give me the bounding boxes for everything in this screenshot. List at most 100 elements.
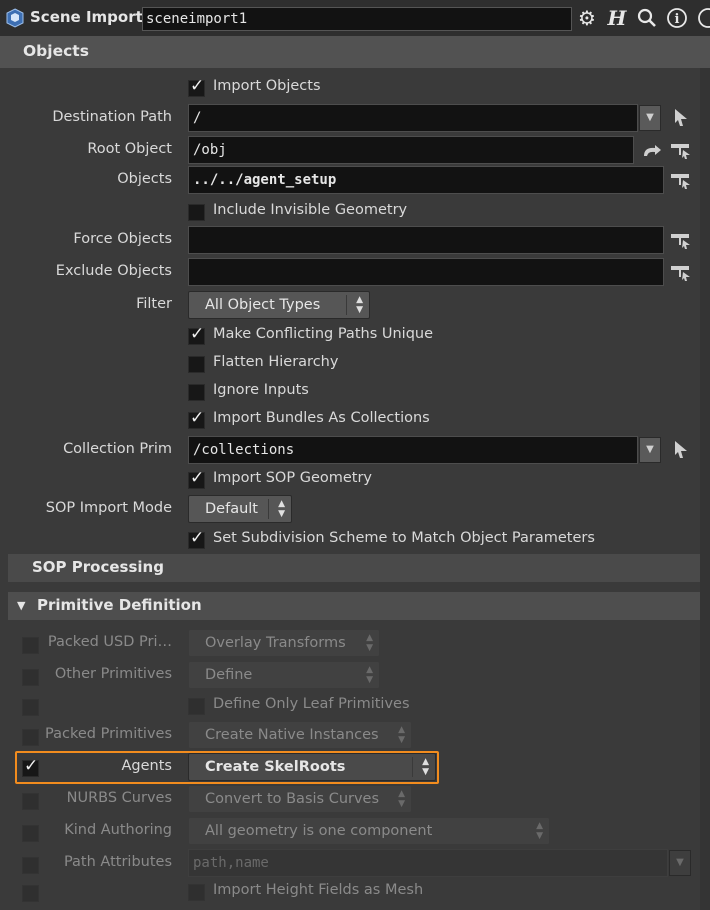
info-icon[interactable]: i	[666, 7, 688, 29]
scrollbar[interactable]	[700, 68, 710, 910]
path-attrs-dropdown[interactable]: ▼	[669, 850, 691, 876]
kind-label: Kind Authoring	[64, 822, 172, 838]
primitive-definition-label: Primitive Definition	[37, 596, 202, 614]
sop-processing-tab[interactable]: SOP Processing	[8, 554, 700, 582]
ignore-inputs-checkbox[interactable]	[188, 384, 205, 401]
packed-prims-toggle[interactable]	[22, 729, 39, 746]
packed-usd-value: Overlay Transforms	[205, 635, 346, 651]
node-header: Scene Import sceneimport1 ⚙ H i	[0, 0, 710, 36]
filter-label: Filter	[136, 296, 172, 312]
force-objects-field[interactable]	[188, 226, 664, 254]
packed-prims-value: Create Native Instances	[205, 727, 379, 743]
destination-path-label: Destination Path	[52, 109, 172, 125]
packed-prims-label: Packed Primitives	[45, 726, 172, 742]
node-name-field[interactable]: sceneimport1	[142, 7, 572, 31]
ignore-inputs-label: Ignore Inputs	[213, 382, 309, 398]
packed-prims-menu[interactable]: Create Native Instances ▲ ▼	[188, 721, 412, 749]
operator-chooser-icon[interactable]	[670, 230, 692, 250]
gear-icon[interactable]: ⚙	[576, 7, 598, 29]
primitive-definition-folder[interactable]: ▼ Primitive Definition	[8, 592, 700, 620]
destination-path-dropdown[interactable]: ▼	[639, 105, 661, 131]
sop-processing-label: SOP Processing	[32, 558, 164, 576]
section-divider	[8, 584, 700, 590]
root-object-field[interactable]: /obj	[188, 136, 634, 164]
height-fields-checkbox[interactable]	[188, 884, 205, 901]
filter-value: All Object Types	[205, 297, 321, 313]
import-sop-checkbox[interactable]: ✓	[188, 468, 205, 489]
scene-import-node-icon	[6, 8, 24, 28]
node-type-title: Scene Import	[30, 8, 143, 26]
menu-arrows-icon: ▲ ▼	[366, 633, 373, 653]
destination-path-field[interactable]: /	[188, 104, 638, 132]
collection-prim-dropdown[interactable]: ▼	[639, 437, 661, 463]
objects-label: Objects	[117, 171, 172, 187]
path-attrs-label: Path Attributes	[63, 854, 172, 870]
force-objects-label: Force Objects	[73, 231, 172, 247]
bundles-label: Import Bundles As Collections	[213, 410, 430, 426]
kind-value: All geometry is one component	[205, 823, 433, 839]
nurbs-value: Convert to Basis Curves	[205, 791, 380, 807]
objects-field[interactable]: ../../agent_setup	[188, 166, 664, 194]
nurbs-toggle[interactable]	[22, 793, 39, 810]
exclude-objects-label: Exclude Objects	[55, 263, 172, 279]
height-fields-toggle[interactable]	[22, 885, 39, 902]
subdiv-checkbox[interactable]: ✓	[188, 528, 205, 549]
agents-toggle[interactable]: ✓	[22, 756, 39, 777]
help-h-icon[interactable]: H	[606, 7, 628, 29]
exclude-objects-field[interactable]	[188, 258, 664, 286]
sop-mode-value: Default	[205, 501, 258, 517]
other-prims-menu[interactable]: Define ▲ ▼	[188, 661, 380, 689]
sop-mode-menu[interactable]: Default ▲ ▼	[188, 495, 292, 523]
pointer-arrow-icon[interactable]	[673, 440, 689, 460]
import-objects-checkbox[interactable]: ✓	[188, 76, 205, 97]
other-prims-value: Define	[205, 667, 253, 683]
leaf-only-toggle[interactable]	[22, 699, 39, 716]
operator-chooser-icon[interactable]	[670, 170, 692, 190]
collapse-triangle-icon[interactable]: ▼	[17, 599, 25, 612]
menu-arrows-icon: ▲ ▼	[422, 757, 429, 777]
search-icon[interactable]	[636, 7, 658, 29]
other-prims-label: Other Primitives	[54, 666, 172, 682]
sop-mode-label: SOP Import Mode	[45, 500, 172, 516]
kind-menu[interactable]: All geometry is one component ▲ ▼	[188, 817, 550, 845]
make-unique-label: Make Conflicting Paths Unique	[213, 326, 434, 342]
tab-objects[interactable]: Objects	[23, 42, 89, 60]
operator-chooser-icon[interactable]	[670, 262, 692, 282]
import-objects-label: Import Objects	[213, 78, 321, 94]
nurbs-menu[interactable]: Convert to Basis Curves ▲ ▼	[188, 785, 412, 813]
make-unique-checkbox[interactable]: ✓	[188, 324, 205, 345]
packed-usd-menu[interactable]: Overlay Transforms ▲ ▼	[188, 629, 380, 657]
path-attrs-toggle[interactable]	[22, 857, 39, 874]
subdiv-label: Set Subdivision Scheme to Match Object P…	[213, 530, 595, 546]
leaf-only-checkbox[interactable]	[188, 698, 205, 715]
kind-toggle[interactable]	[22, 825, 39, 842]
menu-arrows-icon: ▲ ▼	[536, 821, 543, 841]
include-invisible-checkbox[interactable]	[188, 204, 205, 221]
import-sop-label: Import SOP Geometry	[213, 470, 373, 486]
operator-chooser-icon[interactable]	[670, 140, 692, 160]
packed-usd-label: Packed USD Pri…	[47, 634, 172, 650]
pointer-arrow-icon[interactable]	[673, 108, 689, 128]
menu-arrows-icon: ▲ ▼	[366, 665, 373, 685]
flatten-checkbox[interactable]	[188, 356, 205, 373]
menu-arrows-icon: ▲ ▼	[278, 499, 285, 519]
other-prims-toggle[interactable]	[22, 669, 39, 686]
include-invisible-label: Include Invisible Geometry	[213, 202, 408, 218]
path-attrs-field[interactable]: path,name	[188, 849, 668, 877]
root-object-label: Root Object	[87, 141, 172, 157]
help-icon[interactable]	[694, 7, 710, 29]
agents-label: Agents	[121, 758, 172, 774]
menu-arrows-icon: ▲ ▼	[398, 725, 405, 745]
menu-arrows-icon: ▲ ▼	[398, 789, 405, 809]
leaf-only-label: Define Only Leaf Primitives	[213, 696, 410, 712]
menu-arrows-icon: ▲ ▼	[356, 295, 363, 315]
agents-value: Create SkelRoots	[205, 759, 346, 775]
svg-text:i: i	[675, 12, 680, 27]
filter-menu[interactable]: All Object Types ▲ ▼	[188, 291, 370, 319]
collection-prim-label: Collection Prim	[63, 441, 172, 457]
bundles-checkbox[interactable]: ✓	[188, 408, 205, 429]
packed-usd-toggle[interactable]	[22, 637, 39, 654]
jump-arrow-icon[interactable]	[642, 142, 662, 162]
agents-menu[interactable]: Create SkelRoots ▲ ▼	[188, 753, 436, 781]
collection-prim-field[interactable]: /collections	[188, 436, 638, 464]
